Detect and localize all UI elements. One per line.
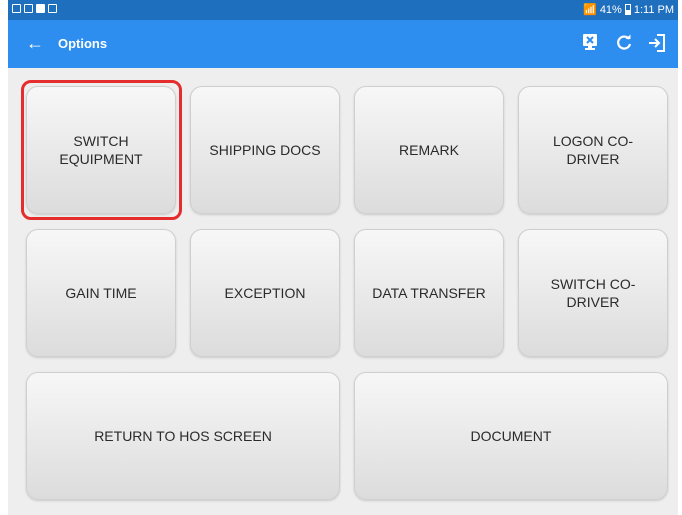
- remark-button[interactable]: REMARK: [354, 86, 504, 214]
- shipping-docs-button[interactable]: SHIPPING DOCS: [190, 86, 340, 214]
- notification-icons: [12, 4, 57, 13]
- return-to-hos-screen-button[interactable]: RETURN TO HOS SCREEN: [26, 372, 340, 500]
- switch-co-driver-button[interactable]: SWITCH CO-DRIVER: [518, 229, 668, 357]
- gain-time-button[interactable]: GAIN TIME: [26, 229, 176, 357]
- battery-percent: 41%: [599, 3, 622, 16]
- clock: 1:11 PM: [633, 3, 674, 16]
- document-button[interactable]: DOCUMENT: [354, 372, 668, 500]
- data-transfer-button[interactable]: DATA TRANSFER: [354, 229, 504, 357]
- notification-icon: [48, 4, 57, 13]
- exception-button[interactable]: EXCEPTION: [190, 229, 340, 357]
- wifi-icon: 📶: [583, 4, 597, 16]
- screen-icon[interactable]: [580, 32, 600, 54]
- app-bar: ← Options: [8, 20, 678, 68]
- status-info: 📶 41% 1:11 PM: [583, 3, 674, 17]
- back-arrow-icon[interactable]: ←: [26, 33, 44, 53]
- notification-icon: [36, 4, 45, 13]
- logout-icon[interactable]: [648, 32, 668, 54]
- app-bar-actions: [580, 32, 668, 54]
- logon-co-driver-button[interactable]: LOGON CO-DRIVER: [518, 86, 668, 214]
- page-title: Options: [58, 36, 108, 51]
- status-bar: 📶 41% 1:11 PM: [8, 0, 678, 20]
- switch-equipment-button[interactable]: SWITCH EQUIPMENT: [26, 86, 176, 214]
- battery-icon: [624, 4, 631, 15]
- notification-icon: [12, 4, 21, 13]
- notification-icon: [24, 4, 33, 13]
- refresh-icon[interactable]: [614, 32, 634, 54]
- options-grid: SWITCH EQUIPMENT SHIPPING DOCS REMARK LO…: [8, 68, 678, 515]
- app-window: 📶 41% 1:11 PM ← Options SWITCH EQUIPMENT…: [8, 0, 678, 515]
